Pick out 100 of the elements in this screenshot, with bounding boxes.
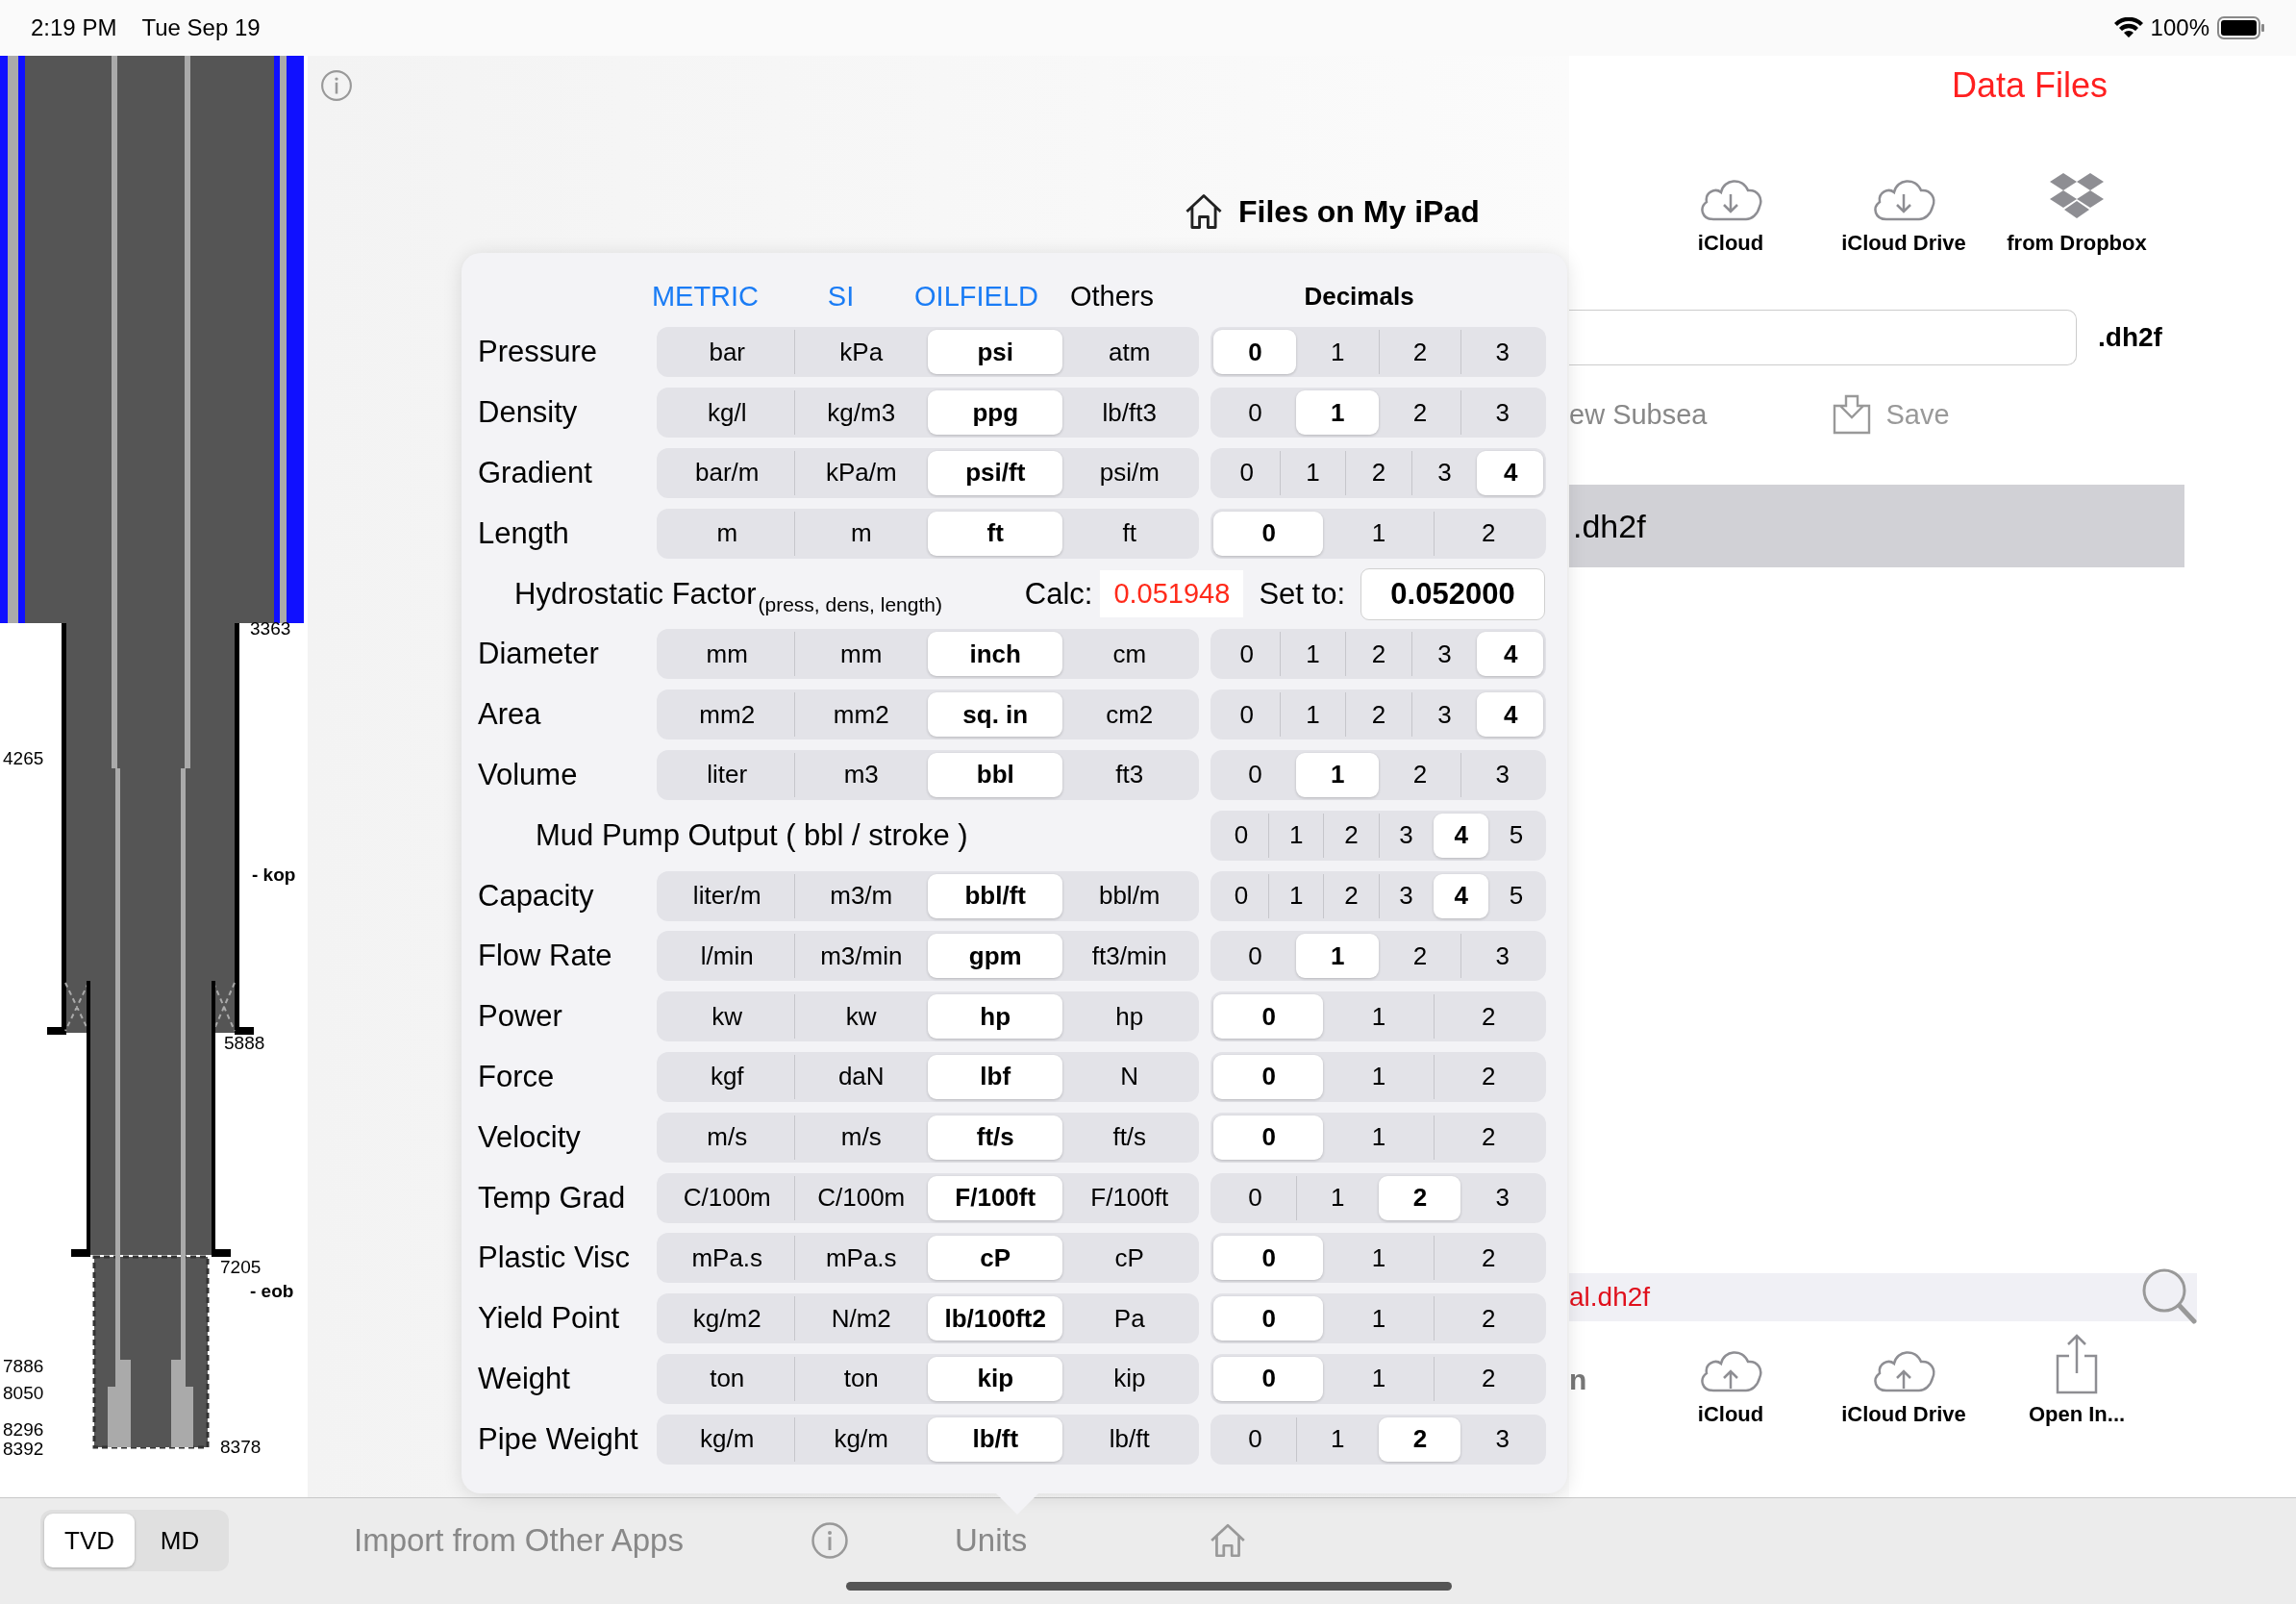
unit-option[interactable]: ton — [660, 1356, 794, 1401]
decimals-option[interactable]: 1 — [1323, 1296, 1434, 1341]
decimals-option[interactable]: 1 — [1295, 752, 1379, 797]
unit-option[interactable]: mm2 — [660, 692, 794, 738]
decimals-option[interactable]: 0 — [1213, 451, 1280, 495]
subsea-link[interactable]: ew Subsea — [1569, 398, 1708, 431]
unit-option[interactable]: sq. in — [928, 692, 1062, 738]
unit-option[interactable]: m — [660, 511, 794, 556]
unit-option[interactable]: mm — [660, 632, 794, 677]
unit-option[interactable]: cP — [928, 1236, 1062, 1281]
decimals-option[interactable]: 1 — [1323, 994, 1434, 1040]
decimals-option[interactable]: 2 — [1378, 1416, 1461, 1462]
unit-option[interactable]: N — [1061, 1054, 1196, 1099]
unit-option[interactable]: gpm — [928, 934, 1062, 979]
decimals-option[interactable]: 2 — [1433, 1115, 1543, 1160]
decimals-option[interactable]: 2 — [1433, 1054, 1543, 1099]
decimals-option[interactable]: 3 — [1460, 934, 1543, 979]
decimals-option[interactable]: 1 — [1279, 692, 1346, 738]
system-option[interactable]: OILFIELD — [909, 281, 1044, 313]
decimals-option[interactable]: 0 — [1213, 1054, 1324, 1099]
decimals-option[interactable]: 2 — [1433, 511, 1543, 556]
decimals-option[interactable]: 0 — [1213, 511, 1324, 556]
unit-option[interactable]: kg/l — [660, 390, 794, 436]
unit-option[interactable]: l/min — [660, 934, 794, 979]
unit-option[interactable]: ft/s — [1061, 1115, 1196, 1160]
unit-option[interactable]: kw — [660, 994, 794, 1040]
decimals-option[interactable]: 0 — [1213, 1115, 1324, 1160]
decimals-option[interactable]: 0 — [1213, 813, 1269, 858]
decimals-option[interactable]: 2 — [1378, 934, 1461, 979]
unit-option[interactable]: cm — [1061, 632, 1196, 677]
source-label[interactable]: iCloud — [1697, 1402, 1764, 1427]
source-label[interactable]: Open In... — [2028, 1402, 2126, 1427]
unit-option[interactable]: lb/ft3 — [1061, 390, 1196, 436]
decimals-option[interactable]: 2 — [1433, 1296, 1543, 1341]
decimals-option[interactable]: 3 — [1460, 1175, 1543, 1220]
decimals-option[interactable]: 5 — [1487, 873, 1544, 918]
decimals-option[interactable]: 1 — [1295, 1416, 1379, 1462]
info-icon[interactable] — [320, 69, 353, 102]
decimals-option[interactable]: 2 — [1433, 994, 1543, 1040]
unit-option[interactable]: ft — [1061, 511, 1196, 556]
unit-option[interactable]: bbl/ft — [928, 873, 1062, 918]
decimals-option[interactable]: 2 — [1378, 330, 1461, 375]
system-option[interactable]: SI — [773, 281, 909, 313]
decimals-option[interactable]: 4 — [1477, 692, 1543, 738]
unit-option[interactable]: hp — [928, 994, 1062, 1040]
unit-option[interactable]: inch — [928, 632, 1062, 677]
decimals-option[interactable]: 0 — [1213, 994, 1324, 1040]
decimals-option[interactable]: 2 — [1345, 632, 1411, 677]
decimals-option[interactable]: 3 — [1378, 813, 1434, 858]
decimals-option[interactable]: 3 — [1460, 390, 1543, 436]
decimals-option[interactable]: 2 — [1378, 1175, 1461, 1220]
decimals-option[interactable]: 3 — [1460, 1416, 1543, 1462]
unit-option[interactable]: ppg — [928, 390, 1062, 436]
decimals-option[interactable]: 1 — [1323, 1054, 1434, 1099]
decimals-option[interactable]: 0 — [1213, 1236, 1324, 1281]
filename-field[interactable] — [1569, 310, 2077, 365]
unit-option[interactable]: kip — [1061, 1356, 1196, 1401]
unit-option[interactable]: ft3 — [1061, 752, 1196, 797]
unit-option[interactable]: Pa — [1061, 1296, 1196, 1341]
decimals-option[interactable]: 3 — [1460, 330, 1543, 375]
unit-option[interactable]: liter — [660, 752, 794, 797]
decimals-option[interactable]: 0 — [1213, 1356, 1324, 1401]
unit-option[interactable]: hp — [1061, 994, 1196, 1040]
unit-option[interactable]: ft — [928, 511, 1062, 556]
decimals-option[interactable]: 2 — [1433, 1356, 1543, 1401]
decimals-option[interactable]: 0 — [1213, 1416, 1296, 1462]
decimals-option[interactable]: 4 — [1477, 451, 1543, 495]
source-label[interactable]: iCloud Drive — [1841, 1402, 1966, 1427]
source-label[interactable]: iCloud Drive — [1841, 231, 1966, 256]
decimals-option[interactable]: 2 — [1433, 1236, 1543, 1281]
decimals-option[interactable]: 1 — [1295, 390, 1379, 436]
unit-option[interactable]: ft3/min — [1061, 934, 1196, 979]
unit-option[interactable]: lbf — [928, 1054, 1062, 1099]
unit-option[interactable]: liter/m — [660, 873, 794, 918]
unit-option[interactable]: kip — [928, 1356, 1062, 1401]
decimals-option[interactable]: 0 — [1213, 873, 1269, 918]
decimals-option[interactable]: 1 — [1279, 632, 1346, 677]
decimals-option[interactable]: 4 — [1433, 873, 1488, 918]
decimals-option[interactable]: 0 — [1213, 1296, 1324, 1341]
decimals-option[interactable]: 2 — [1345, 451, 1411, 495]
decimals-option[interactable]: 0 — [1213, 934, 1296, 979]
unit-option[interactable]: atm — [1061, 330, 1196, 375]
unit-option[interactable]: lb/ft — [1061, 1416, 1196, 1462]
unit-option[interactable]: psi/ft — [928, 451, 1062, 495]
unit-option[interactable]: lb/ft — [928, 1416, 1062, 1462]
unit-option[interactable]: psi — [928, 330, 1062, 375]
decimals-option[interactable]: 2 — [1323, 813, 1379, 858]
depth-mode-option[interactable]: TVD — [44, 1514, 135, 1567]
decimals-option[interactable]: 1 — [1295, 934, 1379, 979]
decimals-option[interactable]: 5 — [1487, 813, 1544, 858]
unit-option[interactable]: lb/100ft2 — [928, 1296, 1062, 1341]
depth-mode-option[interactable]: MD — [135, 1514, 225, 1567]
unit-option[interactable]: bar/m — [660, 451, 794, 495]
unit-option[interactable]: cP — [1061, 1236, 1196, 1281]
decimals-option[interactable]: 1 — [1295, 1175, 1379, 1220]
source-label[interactable]: iCloud — [1697, 231, 1764, 256]
unit-option[interactable]: cm2 — [1061, 692, 1196, 738]
decimals-option[interactable]: 0 — [1213, 632, 1280, 677]
decimals-option[interactable]: 4 — [1477, 632, 1543, 677]
info-icon[interactable] — [810, 1521, 849, 1560]
